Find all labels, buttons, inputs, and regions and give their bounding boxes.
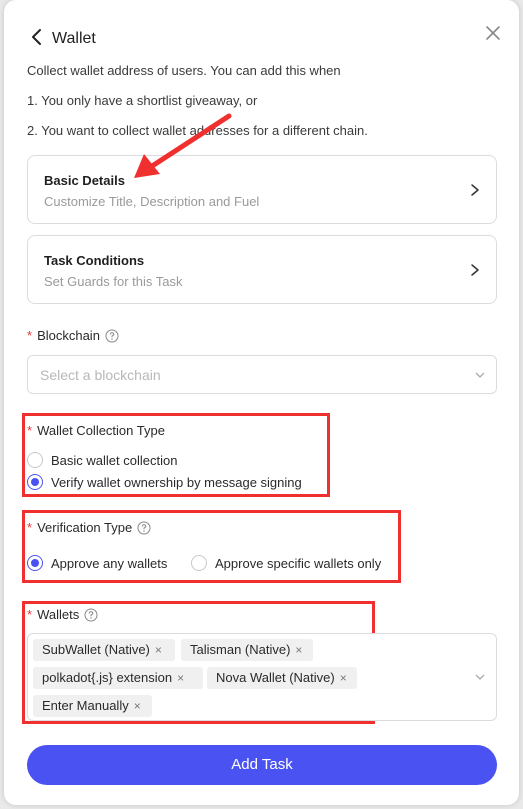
description-line-1: Collect wallet address of users. You can… <box>27 63 341 78</box>
wallets-label-text: Wallets <box>37 607 80 622</box>
tag-label: Enter Manually <box>42 698 129 713</box>
wallet-tag: polkadot{.js} extension × <box>33 667 203 689</box>
required-marker: * <box>27 423 33 438</box>
wallet-collection-label-text: Wallet Collection Type <box>37 423 165 438</box>
chevron-right-icon <box>471 184 479 196</box>
tag-label: Nova Wallet (Native) <box>216 670 335 685</box>
card-subtitle: Set Guards for this Task <box>44 274 183 289</box>
tag-remove-icon[interactable]: × <box>340 671 347 685</box>
radio-label: Verify wallet ownership by message signi… <box>51 474 302 490</box>
radio-circle[interactable] <box>191 555 207 571</box>
question-circle-icon[interactable] <box>105 329 119 343</box>
blockchain-placeholder: Select a blockchain <box>40 367 161 383</box>
radio-label: Basic wallet collection <box>51 452 178 468</box>
verification-label-text: Verification Type <box>37 520 133 535</box>
wallet-tag: Talisman (Native) × <box>181 639 313 661</box>
annotation-arrow <box>134 113 232 178</box>
chevron-down-icon <box>475 372 485 378</box>
tag-remove-icon[interactable]: × <box>155 643 162 657</box>
tag-label: Talisman (Native) <box>190 642 291 657</box>
tag-remove-icon[interactable]: × <box>177 671 184 685</box>
required-marker: * <box>27 520 33 535</box>
add-task-button[interactable]: Add Task <box>27 745 497 785</box>
radio-circle-selected[interactable] <box>27 474 43 490</box>
modal-title: Wallet <box>52 30 96 47</box>
task-conditions-card[interactable]: Task Conditions Set Guards for this Task <box>27 235 497 304</box>
tag-label: SubWallet (Native) <box>42 642 150 657</box>
radio-approve-any[interactable]: Approve any wallets <box>27 555 167 571</box>
tag-remove-icon[interactable]: × <box>295 643 302 657</box>
verification-label: * Verification Type <box>27 520 151 535</box>
basic-details-card[interactable]: Basic Details Customize Title, Descripti… <box>27 155 497 224</box>
wallet-tag: SubWallet (Native) × <box>33 639 175 661</box>
wallet-collection-label: * Wallet Collection Type <box>27 423 165 438</box>
radio-circle-selected[interactable] <box>27 555 43 571</box>
radio-verify-signing[interactable]: Verify wallet ownership by message signi… <box>27 474 302 490</box>
radio-label: Approve specific wallets only <box>215 555 382 571</box>
blockchain-label-text: Blockchain <box>37 328 100 343</box>
blockchain-label: * Blockchain <box>27 328 119 343</box>
radio-circle[interactable] <box>27 452 43 468</box>
wallets-label: * Wallets <box>27 607 98 622</box>
question-circle-icon[interactable] <box>84 608 98 622</box>
card-subtitle: Customize Title, Description and Fuel <box>44 194 260 209</box>
question-circle-icon[interactable] <box>137 521 151 535</box>
required-marker: * <box>27 607 33 622</box>
wallet-tag: Nova Wallet (Native) × <box>207 667 357 689</box>
description-line-2: 1. You only have a shortlist giveaway, o… <box>27 93 258 108</box>
chevron-right-icon <box>471 264 479 276</box>
tag-remove-icon[interactable]: × <box>134 699 141 713</box>
tag-label: polkadot{.js} extension <box>42 670 173 685</box>
blockchain-select[interactable]: Select a blockchain <box>27 355 497 394</box>
required-marker: * <box>27 328 33 343</box>
card-title: Task Conditions <box>44 253 145 268</box>
radio-basic-collection[interactable]: Basic wallet collection <box>27 452 177 468</box>
close-icon[interactable] <box>482 22 504 44</box>
radio-label: Approve any wallets <box>51 555 168 571</box>
arrow-left-icon[interactable] <box>26 26 48 48</box>
wallet-modal: Wallet Collect wallet address of users. … <box>4 0 519 805</box>
radio-approve-specific[interactable]: Approve specific wallets only <box>191 555 381 571</box>
chevron-down-icon <box>475 674 485 680</box>
wallet-tag: Enter Manually × <box>33 695 152 717</box>
wallets-multiselect[interactable]: SubWallet (Native) × Talisman (Native) × p… <box>27 633 497 721</box>
card-title: Basic Details <box>44 173 125 188</box>
